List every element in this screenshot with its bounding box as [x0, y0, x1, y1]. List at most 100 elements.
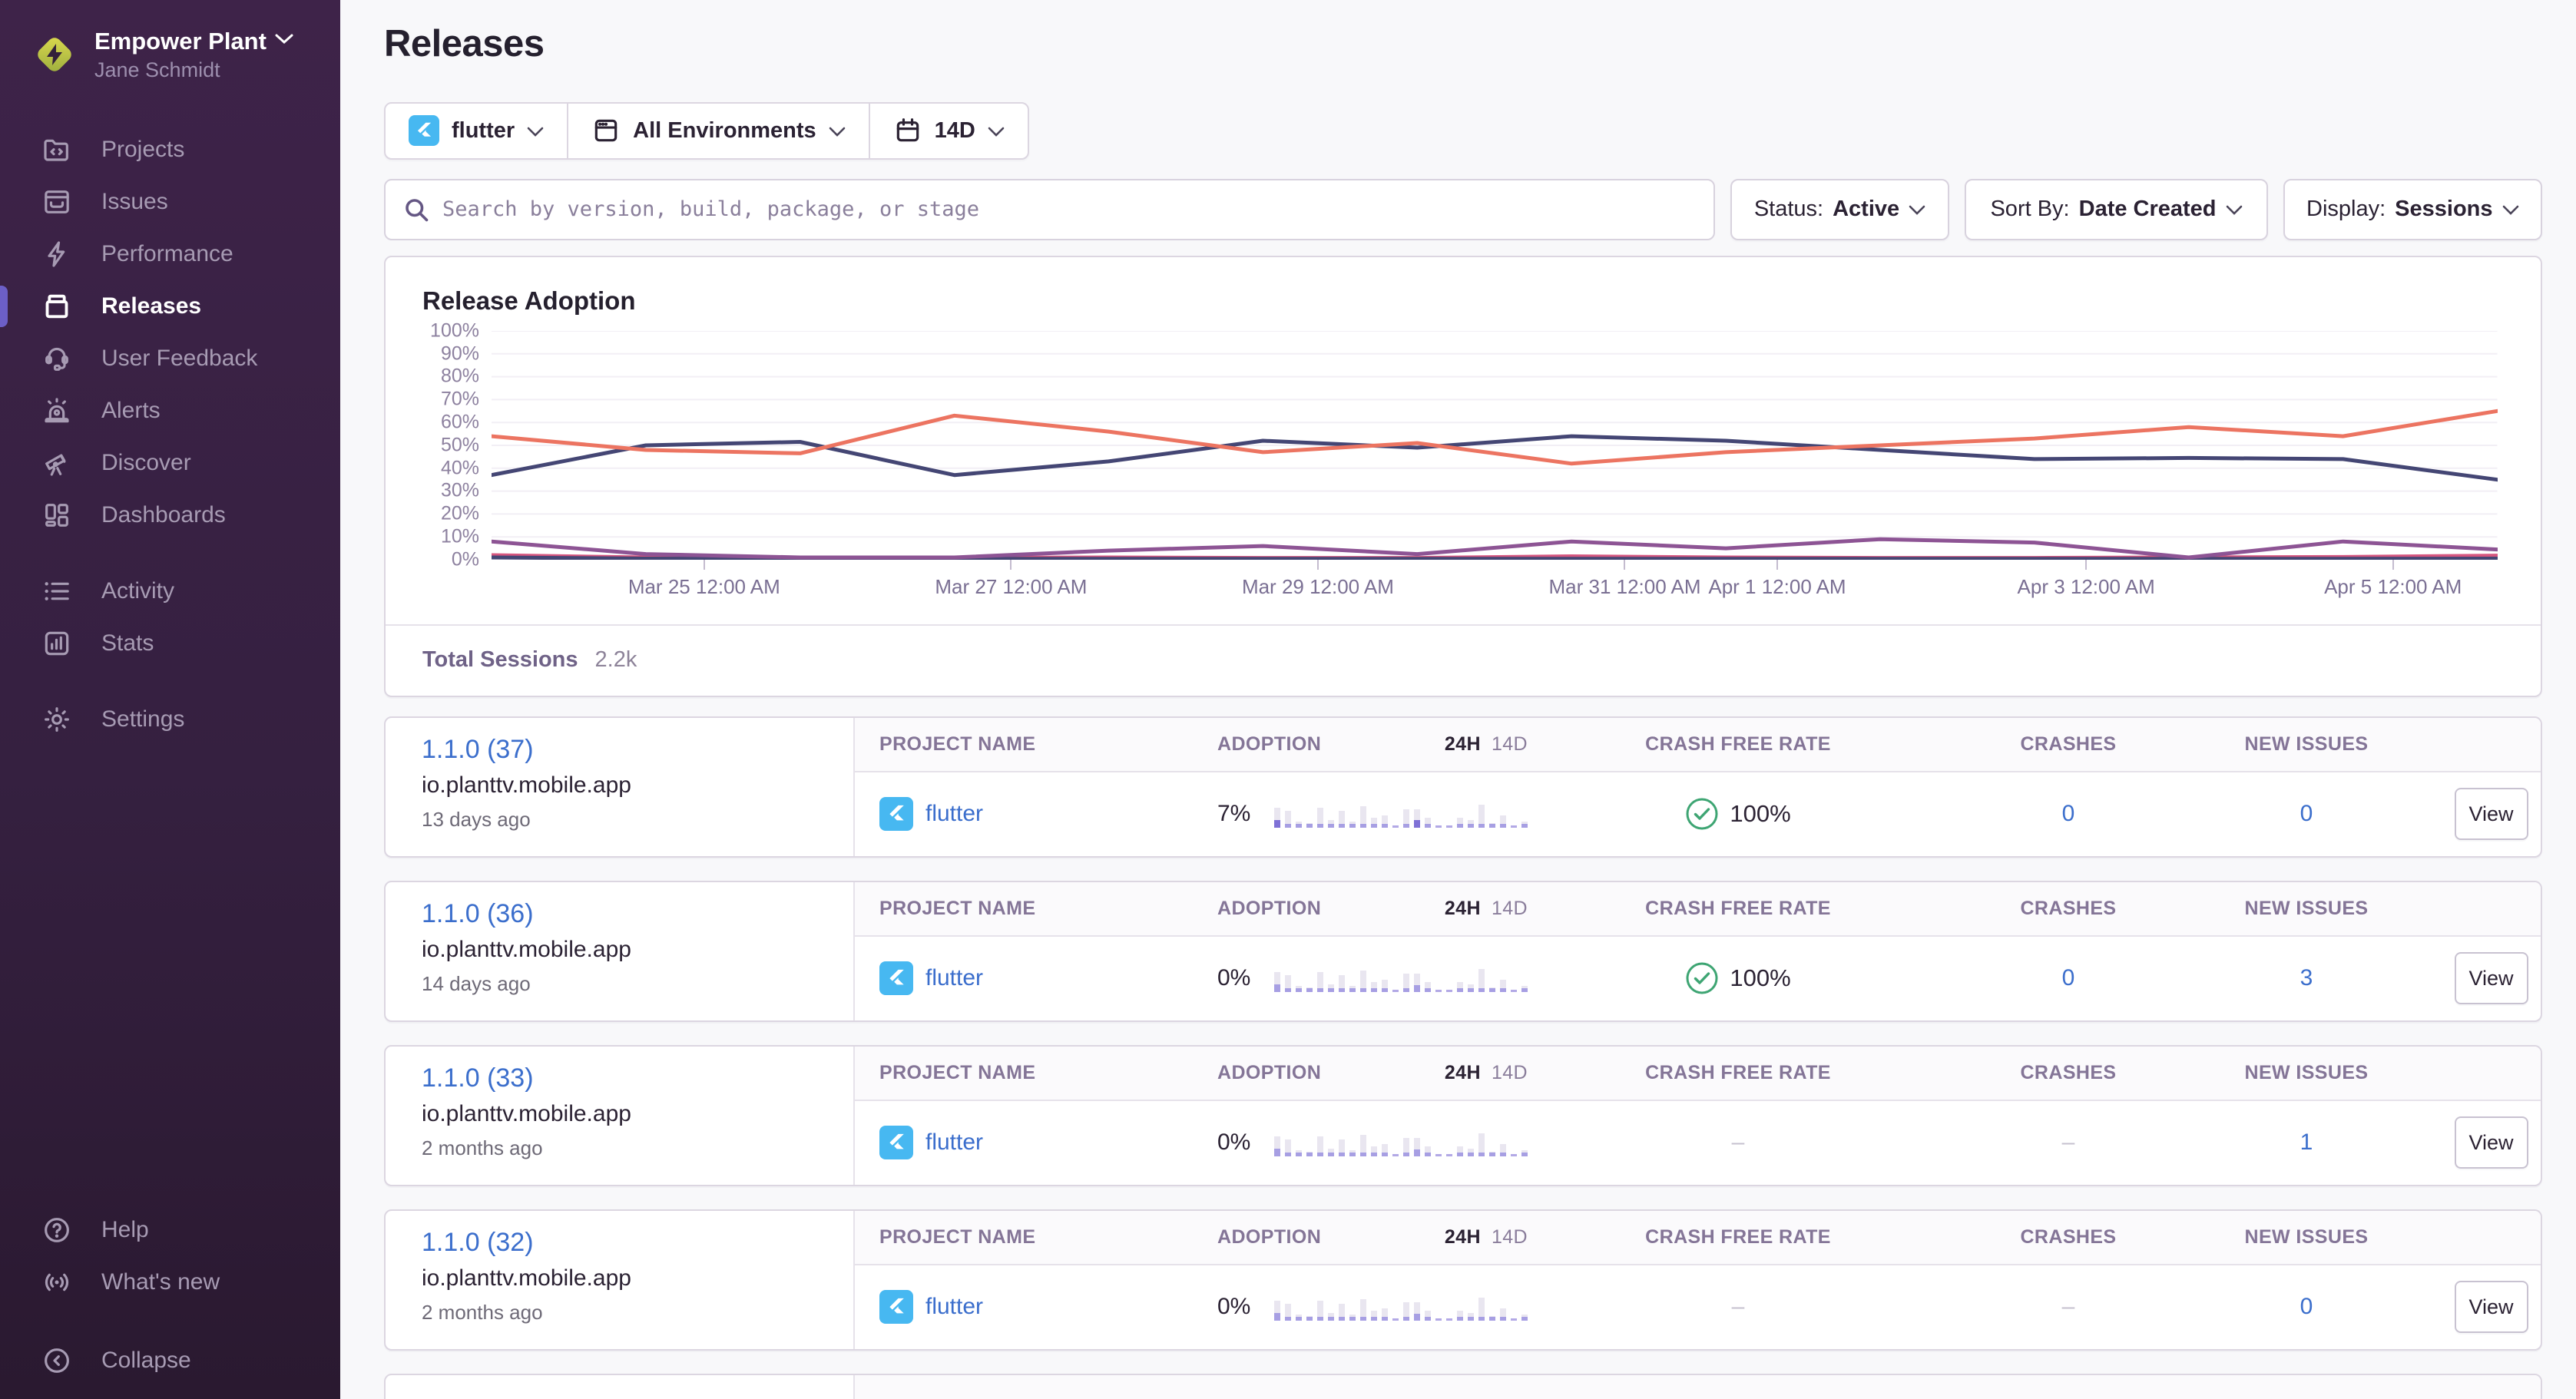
sidebar-nav-secondary: ActivityStats — [0, 565, 340, 670]
display-dropdown[interactable]: Display: Sessions — [2283, 179, 2542, 240]
sidebar-item-what-s-new[interactable]: What's new — [0, 1256, 340, 1308]
sidebar-item-performance[interactable]: Performance — [0, 228, 340, 280]
issues-icon — [40, 185, 74, 219]
x-axis-label: Mar 27 12:00 AM — [935, 575, 1087, 599]
release-version-link[interactable]: 1.1.0 (37) — [422, 735, 534, 765]
sparkline-14d-toggle[interactable]: 14D — [1492, 1226, 1528, 1249]
release-row: 1.1.0 (33)io.planttv.mobile.app2 months … — [384, 1045, 2542, 1186]
sidebar-item-projects[interactable]: Projects — [0, 124, 340, 176]
sidebar-item-releases[interactable]: Releases — [0, 280, 340, 332]
feedback-icon — [40, 342, 74, 375]
sidebar-item-stats[interactable]: Stats — [0, 617, 340, 670]
x-axis-label: Apr 3 12:00 AM — [2018, 575, 2155, 599]
column-header-crashes: CRASHES — [1938, 1062, 2199, 1084]
chart-title: Release Adoption — [422, 286, 2498, 316]
sidebar-footer: HelpWhat's new Collapse — [0, 1204, 340, 1399]
chevron-down-icon — [527, 118, 544, 144]
dashboards-icon — [40, 498, 74, 532]
user-name: Jane Schmidt — [94, 58, 294, 82]
release-version-link[interactable]: 1.1.0 (36) — [422, 899, 534, 929]
y-axis-label: 40% — [441, 457, 479, 479]
new-issues-count-link[interactable]: 0 — [2300, 1294, 2313, 1320]
view-release-button[interactable]: View — [2455, 1116, 2528, 1169]
release-version-link[interactable]: 1.1.0 (33) — [422, 1063, 534, 1093]
column-header-crash-free-rate: CRASH FREE RATE — [1538, 898, 1938, 920]
column-header-crash-free-rate: CRASH FREE RATE — [1538, 733, 1938, 756]
chevron-down-icon — [988, 118, 1005, 144]
environment-filter[interactable]: All Environments — [567, 104, 869, 158]
sparkline-14d-toggle[interactable]: 14D — [1492, 733, 1528, 756]
release-meta: 1.1.0 (33)io.planttv.mobile.app2 months … — [386, 1047, 855, 1185]
y-axis-label: 100% — [430, 319, 479, 342]
project-link[interactable]: flutter — [925, 1129, 983, 1156]
sidebar-item-help[interactable]: Help — [0, 1204, 340, 1256]
page-title: Releases — [384, 23, 2542, 65]
release-meta: 1.1.0 (32)io.planttv.mobile.app2 months … — [386, 1211, 855, 1349]
column-header-crashes: CRASHES — [1938, 1226, 2199, 1249]
collapse-icon — [40, 1344, 74, 1378]
sparkline-24h-toggle[interactable]: 24H — [1445, 1062, 1481, 1084]
sidebar: Empower Plant Jane Schmidt ProjectsIssue… — [0, 0, 340, 1399]
sidebar-item-activity[interactable]: Activity — [0, 565, 340, 617]
sort-by-dropdown[interactable]: Sort By: Date Created — [1965, 179, 2268, 240]
sidebar-item-settings[interactable]: Settings — [0, 693, 340, 746]
sparkline-14d-toggle[interactable]: 14D — [1492, 898, 1528, 920]
status-dropdown[interactable]: Status: Active — [1730, 179, 1949, 240]
release-table-header: PROJECT NAMEADOPTION24H14DCRASH FREE RAT… — [855, 718, 2541, 772]
total-sessions-value: 2.2k — [595, 647, 637, 673]
release-table-header: PROJECT NAMEADOPTION24H14DCRASH FREE RAT… — [855, 1047, 2541, 1101]
sidebar-item-issues[interactable]: Issues — [0, 176, 340, 228]
sidebar-item-collapse[interactable]: Collapse — [0, 1335, 340, 1387]
release-table-row: flutter0%100%03View — [855, 937, 2541, 1020]
new-issues-count-link[interactable]: 3 — [2300, 965, 2313, 991]
sparkline-24h-toggle[interactable]: 24H — [1445, 1226, 1481, 1249]
project-link[interactable]: flutter — [925, 1294, 983, 1320]
flutter-icon — [879, 1126, 913, 1159]
sidebar-item-discover[interactable]: Discover — [0, 437, 340, 489]
sidebar-nav-tertiary: Settings — [0, 693, 340, 746]
check-circle-icon — [1685, 797, 1719, 831]
releases-icon — [40, 289, 74, 323]
sidebar-nav-primary: ProjectsIssuesPerformance Releases User Fe… — [0, 124, 340, 541]
project-link[interactable]: flutter — [925, 801, 983, 827]
column-header-crash-free-rate: CRASH FREE RATE — [1538, 1062, 1938, 1084]
release-meta: 1.1.0 (37)io.planttv.mobile.app13 days a… — [386, 718, 855, 856]
chart-x-axis: Mar 25 12:00 AMMar 27 12:00 AMMar 29 12:… — [492, 560, 2498, 604]
project-filter[interactable]: flutter — [386, 104, 567, 158]
sidebar-item-label: Alerts — [101, 398, 161, 424]
discover-icon — [40, 446, 74, 480]
sidebar-item-user-feedback[interactable]: User Feedback — [0, 332, 340, 385]
org-name[interactable]: Empower Plant — [94, 28, 267, 55]
sparkline-24h-toggle[interactable]: 24H — [1445, 733, 1481, 756]
x-axis-label: Apr 1 12:00 AM — [1708, 575, 1846, 599]
column-header-project-name: PROJECT NAME — [855, 898, 1193, 920]
sparkline-14d-toggle[interactable]: 14D — [1492, 1062, 1528, 1084]
search-icon — [402, 196, 430, 223]
sparkline-24h-toggle[interactable]: 24H — [1445, 898, 1481, 920]
flutter-icon — [409, 115, 439, 146]
release-version-link[interactable]: 1.1.0 (32) — [422, 1228, 534, 1258]
view-release-button[interactable]: View — [2455, 788, 2528, 840]
release-table-row: flutter0%––1View — [855, 1101, 2541, 1185]
column-header-crashes: CRASHES — [1938, 898, 2199, 920]
crashes-count-link[interactable]: 0 — [2062, 965, 2075, 991]
check-circle-icon — [1685, 961, 1719, 995]
search-input[interactable] — [442, 197, 1697, 221]
new-issues-count-link[interactable]: 0 — [2300, 801, 2313, 827]
adoption-value: 7% — [1217, 801, 1250, 827]
org-header[interactable]: Empower Plant Jane Schmidt — [0, 0, 340, 82]
crashes-count-link[interactable]: 0 — [2062, 801, 2075, 827]
date-range-filter[interactable]: 14D — [869, 104, 1028, 158]
new-issues-count-link[interactable]: 1 — [2300, 1129, 2313, 1156]
sidebar-item-label: Releases — [101, 293, 201, 319]
column-header-adoption: ADOPTION — [1217, 733, 1321, 756]
sidebar-item-alerts[interactable]: Alerts — [0, 385, 340, 437]
adoption-sparkline — [1274, 1293, 1528, 1321]
sidebar-item-dashboards[interactable]: Dashboards — [0, 489, 340, 541]
view-release-button[interactable]: View — [2455, 1281, 2528, 1333]
view-release-button[interactable]: View — [2455, 952, 2528, 1004]
project-link[interactable]: flutter — [925, 965, 983, 991]
column-header-new-issues: NEW ISSUES — [2199, 1062, 2414, 1084]
project-filter-label: flutter — [452, 118, 515, 144]
release-adoption-panel: Release Adoption 0%10%20%30%40%50%60%70%… — [384, 256, 2542, 697]
